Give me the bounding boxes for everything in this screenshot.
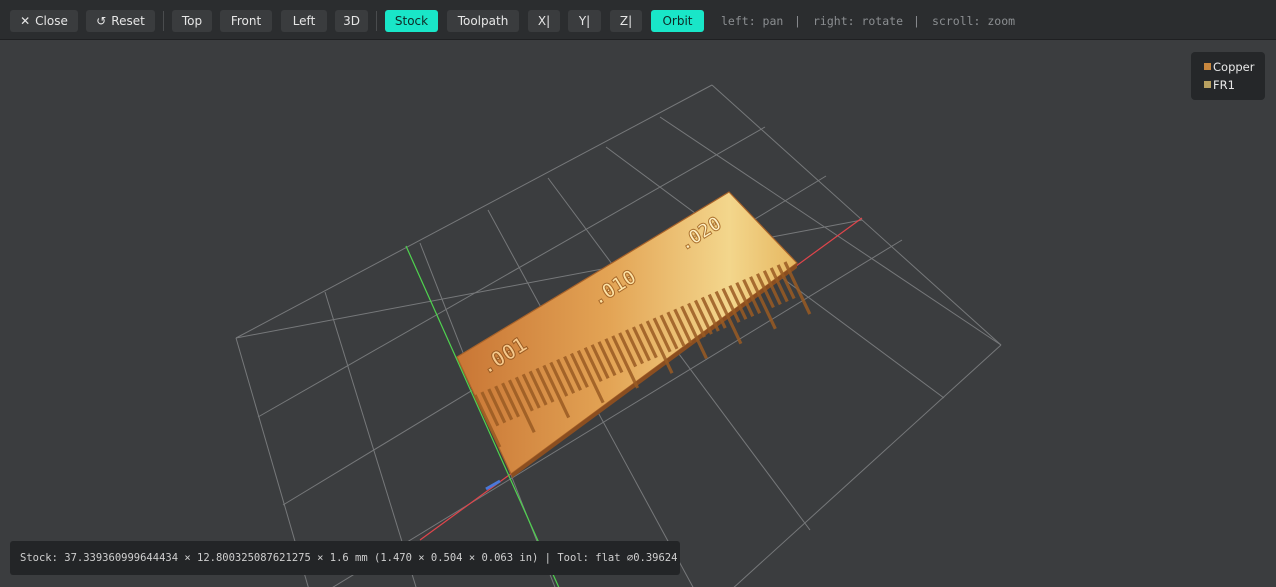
stock-toggle-button[interactable]: Stock: [385, 10, 438, 32]
clip-y-button[interactable]: Y|: [568, 10, 601, 32]
toolbar: ✕ Close ↺ Reset Top Front Left 3D Stock To…: [0, 0, 1276, 40]
z-axis-indicator: [485, 479, 501, 491]
view-left-button[interactable]: Left: [281, 10, 327, 32]
fr1-swatch: [1204, 81, 1211, 88]
hint-rotate: right: rotate: [813, 14, 904, 28]
clip-z-button[interactable]: Z|: [610, 10, 642, 32]
close-icon: ✕: [20, 14, 31, 28]
view-3d-button[interactable]: 3D: [335, 10, 368, 32]
hint-pan: left: pan: [721, 14, 784, 28]
reset-button[interactable]: ↺ Reset: [86, 10, 155, 32]
3d-viewport[interactable]: .001 .010 .020: [0, 40, 1276, 587]
toolpath-toggle-button[interactable]: Toolpath: [447, 10, 519, 32]
legend-item-fr1: FR1: [1204, 76, 1259, 94]
view-front-button[interactable]: Front: [220, 10, 272, 32]
stock-board: .001 .010 .020: [456, 191, 812, 478]
scene-canvas[interactable]: .001 .010 .020: [0, 40, 1276, 587]
reset-icon: ↺: [96, 14, 107, 28]
clip-x-button[interactable]: X|: [528, 10, 560, 32]
close-button[interactable]: ✕ Close: [10, 10, 78, 32]
legend-label: FR1: [1213, 78, 1235, 92]
material-legend: Copper FR1: [1191, 52, 1265, 100]
close-label: Close: [35, 14, 68, 28]
copper-swatch: [1204, 63, 1211, 70]
toolbar-separator: [376, 11, 377, 31]
hint-separator: |: [794, 14, 801, 28]
toolbar-separator: [163, 11, 164, 31]
hint-zoom: scroll: zoom: [932, 14, 1016, 28]
orbit-toggle-button[interactable]: Orbit: [651, 10, 704, 32]
reset-label: Reset: [111, 14, 145, 28]
legend-item-copper: Copper: [1204, 58, 1259, 76]
view-top-button[interactable]: Top: [172, 10, 212, 32]
status-bar: Stock: 37.339360999644434 × 12.800325087…: [10, 541, 680, 575]
legend-label: Copper: [1213, 60, 1255, 74]
hint-separator: |: [913, 14, 920, 28]
